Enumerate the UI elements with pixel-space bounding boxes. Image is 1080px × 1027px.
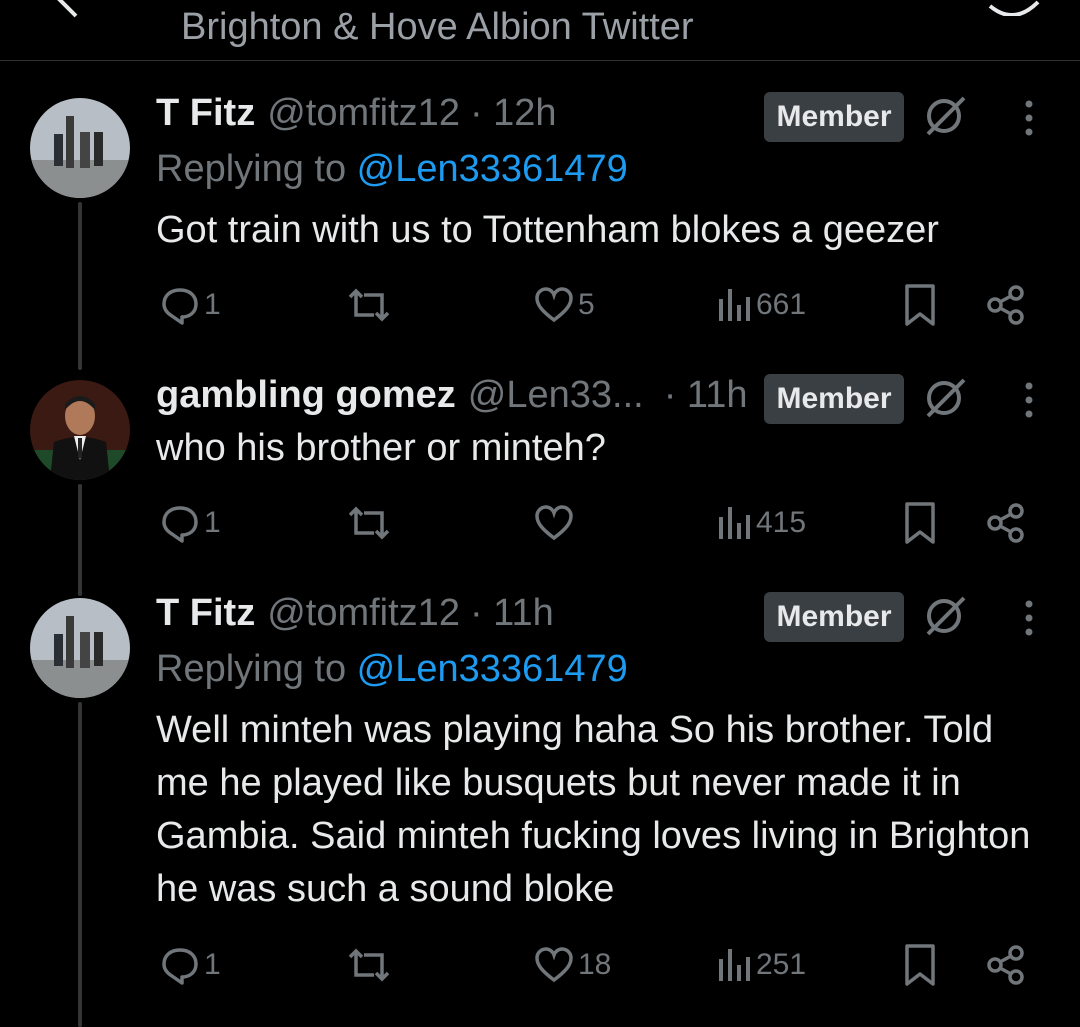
retweet-button[interactable] <box>346 940 392 990</box>
retweet-button[interactable] <box>346 498 392 548</box>
replying-to: Replying to @Len33361479 <box>156 148 628 191</box>
views-button[interactable]: 415 <box>716 498 806 548</box>
like-button[interactable]: 18 <box>534 940 611 990</box>
like-count: 5 <box>578 288 595 321</box>
display-name[interactable]: gambling gomez <box>156 374 456 417</box>
tweet-header: gambling gomez @Len33... · 11h <box>156 374 748 417</box>
retweet-icon <box>346 945 392 985</box>
reply-icon <box>160 503 200 543</box>
reply-icon <box>160 945 200 985</box>
like-count: 18 <box>578 948 612 981</box>
avatar[interactable] <box>30 380 130 480</box>
share-button[interactable] <box>986 940 1026 990</box>
community-title: Brighton & Hove Albion Twitter <box>181 6 694 48</box>
circle-slash-icon[interactable] <box>922 594 970 643</box>
bookmark-icon <box>904 943 936 987</box>
user-handle[interactable]: @tomfitz12 <box>267 92 460 135</box>
view-count: 415 <box>756 506 807 539</box>
replying-to-label: Replying to <box>156 648 357 690</box>
reply-count: 1 <box>204 948 221 981</box>
heart-icon <box>534 945 574 985</box>
user-handle[interactable]: @tomfitz12 <box>267 592 460 635</box>
more-options-icon[interactable] <box>1014 98 1044 143</box>
share-button[interactable] <box>986 498 1026 548</box>
bar-chart-icon <box>716 503 752 543</box>
tweet-text: Well minteh was playing haha So his brot… <box>156 709 1031 910</box>
replying-to-handle[interactable]: @Len33361479 <box>357 148 628 190</box>
tweet-header: T Fitz @tomfitz12 · 12h <box>156 92 557 135</box>
retweet-button[interactable] <box>346 280 392 330</box>
tweet-actions: 1 5 661 <box>0 280 1080 330</box>
member-badge: Member <box>764 92 904 142</box>
heart-icon <box>534 285 574 325</box>
back-arrow-icon[interactable] <box>48 0 88 25</box>
tweet-text: Got train with us to Tottenham blokes a … <box>156 209 939 251</box>
avatar[interactable] <box>30 98 130 198</box>
bookmark-button[interactable] <box>904 280 936 330</box>
bar-chart-icon <box>716 285 752 325</box>
display-name[interactable]: T Fitz <box>156 92 255 135</box>
bookmark-icon <box>904 501 936 545</box>
tweet-actions: 1 415 <box>0 498 1080 548</box>
views-button[interactable]: 661 <box>716 280 806 330</box>
view-count: 251 <box>756 948 807 981</box>
tweet-text: who his brother or minteh? <box>156 427 606 469</box>
share-icon <box>986 945 1026 985</box>
reply-count: 1 <box>204 506 221 539</box>
spinner-icon <box>984 0 1044 21</box>
replying-to-label: Replying to <box>156 148 357 190</box>
bar-chart-icon <box>716 945 752 985</box>
view-count: 661 <box>756 288 807 321</box>
like-button[interactable] <box>534 498 578 548</box>
conversation-header: Brighton & Hove Albion Twitter <box>0 0 1080 61</box>
avatar[interactable] <box>30 598 130 698</box>
reply-icon <box>160 285 200 325</box>
tweet-header: T Fitz @tomfitz12 · 11h <box>156 592 554 635</box>
member-badge: Member <box>764 592 904 642</box>
heart-icon <box>534 503 574 543</box>
reply-button[interactable]: 1 <box>160 498 221 548</box>
circle-slash-icon[interactable] <box>922 376 970 425</box>
timestamp[interactable]: · 11h <box>664 374 748 417</box>
tweet-actions: 1 18 251 <box>0 940 1080 990</box>
retweet-icon <box>346 503 392 543</box>
more-options-icon[interactable] <box>1014 598 1044 643</box>
share-button[interactable] <box>986 280 1026 330</box>
display-name[interactable]: T Fitz <box>156 592 255 635</box>
bookmark-button[interactable] <box>904 940 936 990</box>
reply-count: 1 <box>204 288 221 321</box>
reply-button[interactable]: 1 <box>160 940 221 990</box>
retweet-icon <box>346 285 392 325</box>
share-icon <box>986 503 1026 543</box>
user-handle[interactable]: @Len33... <box>468 374 644 417</box>
reply-button[interactable]: 1 <box>160 280 221 330</box>
timestamp[interactable]: · 11h <box>470 592 554 635</box>
replying-to: Replying to @Len33361479 <box>156 648 628 691</box>
circle-slash-icon[interactable] <box>922 94 970 143</box>
member-badge: Member <box>764 374 904 424</box>
views-button[interactable]: 251 <box>716 940 806 990</box>
bookmark-button[interactable] <box>904 498 936 548</box>
like-button[interactable]: 5 <box>534 280 595 330</box>
share-icon <box>986 285 1026 325</box>
more-options-icon[interactable] <box>1014 380 1044 425</box>
replying-to-handle[interactable]: @Len33361479 <box>357 648 628 690</box>
timestamp[interactable]: · 12h <box>470 92 557 135</box>
bookmark-icon <box>904 283 936 327</box>
